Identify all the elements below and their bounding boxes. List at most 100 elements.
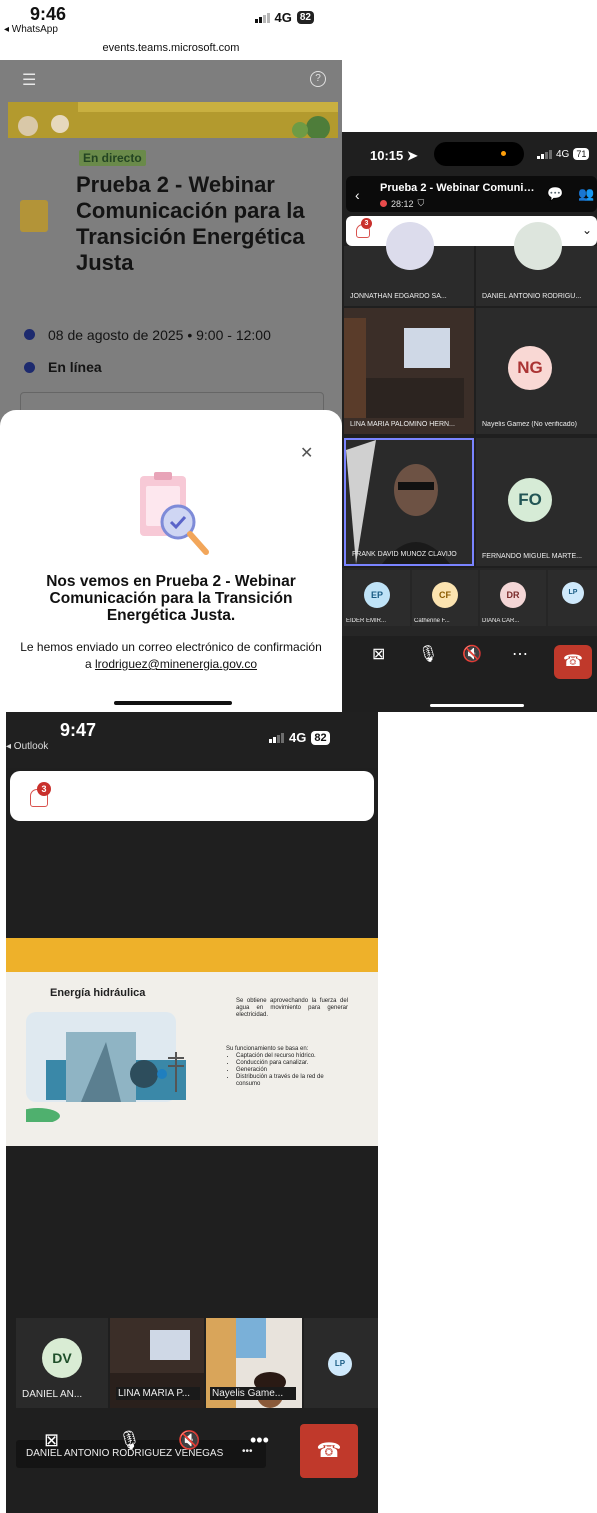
speaker-off-icon[interactable]: 🔇 (462, 644, 482, 664)
meeting-title: Prueba 2 - Webinar Comunica... (380, 182, 540, 194)
signal-icon (269, 732, 284, 743)
person-video (346, 440, 472, 564)
slide-list-item: Captación del recurso hídrico. (236, 1053, 348, 1060)
url-bar[interactable]: events.teams.microsoft.com (0, 42, 342, 54)
participant-tile[interactable]: DV DANIEL AN... (16, 1318, 108, 1408)
chat-icon[interactable]: 💬 (547, 186, 563, 202)
participant-name: DANIEL ANTONIO RODRIGU... (482, 293, 582, 300)
status-indicators: 4G 71 (537, 148, 590, 160)
whatsapp-event-screen: 9:46 ◂ WhatsApp 4G 82 events.teams.micro… (0, 0, 342, 712)
chevron-down-icon[interactable]: ⌄ (582, 223, 592, 237)
participant-name: Catherine F... (414, 618, 450, 624)
participant-name: DIANA CAR... (482, 618, 520, 624)
participant-mini-tile[interactable]: LP (548, 570, 597, 626)
mic-off-icon[interactable]: 🎙 (418, 644, 438, 664)
avatar (386, 222, 434, 270)
participant-video-tile[interactable]: LINA MARIA P... (110, 1318, 204, 1408)
home-indicator (114, 701, 232, 705)
calendar-icon (24, 329, 35, 340)
chevron-down-icon[interactable]: ⌄ (340, 787, 353, 807)
live-badge: En directo (79, 150, 146, 166)
event-logo (20, 200, 48, 232)
event-title: Prueba 2 - Webinar Comunicación para la … (76, 172, 305, 275)
bell-icon: 3 (356, 218, 372, 238)
participant-name: Nayelis Game... (210, 1387, 296, 1400)
avatar: LP (328, 1352, 352, 1376)
speaker-off-icon[interactable]: 🔇 (178, 1430, 200, 1451)
status-time: 9:47 (60, 720, 97, 740)
end-call-button[interactable]: ☎ (300, 1424, 358, 1478)
clipboard-check-icon (140, 472, 209, 555)
event-location: En línea (48, 359, 102, 375)
participant-tile[interactable]: JONNATHAN EDGARDO SA... (344, 222, 474, 306)
more-options-icon[interactable]: ⋯ (512, 644, 528, 664)
participant-tile[interactable]: LP (304, 1318, 378, 1408)
participant-video-tile[interactable]: Nayelis Game... (206, 1318, 302, 1408)
signal-icon (537, 149, 552, 159)
close-icon[interactable]: ✕ (300, 443, 313, 463)
modal-title: Nos vemos en Prueba 2 - Webinar Comunica… (46, 573, 296, 624)
hydro-dam-illustration (26, 1012, 186, 1122)
event-date: 08 de agosto de 2025 • 9:00 - 12:00 (48, 327, 271, 343)
slide-list-intro: Su funcionamiento se basa en: (226, 1046, 309, 1052)
teams-grid-screen: 10:15 ➤ 4G 71 ‹ Prueba 2 - Webinar Comun… (342, 132, 597, 712)
network-label: 4G (274, 10, 292, 25)
participant-name: DANIEL AN... (22, 1389, 83, 1400)
participant-name: Nayelis Gamez (No verificado) (482, 421, 577, 428)
notification-count-badge: 3 (37, 782, 51, 796)
participant-video-tile-active[interactable]: FRANK DAVID MUNOZ CLAVIJO (344, 438, 474, 566)
back-to-app-link[interactable]: ◂ Outlook (6, 741, 48, 752)
participant-name: LINA MARIA P... (116, 1387, 200, 1400)
modal-body: Le hemos enviado un correo electrónico d… (20, 639, 322, 673)
battery-icon: 82 (296, 11, 314, 24)
network-label: 4G (556, 148, 570, 160)
notifications-label: Notificaciones (3) (56, 789, 165, 805)
slide-list-item: Distribución a través de la red de consu… (236, 1074, 348, 1088)
slide-list-item: Conducción para canalizar. (236, 1060, 348, 1067)
avatar: DV (42, 1338, 82, 1378)
more-options-icon[interactable]: ••• (250, 1430, 269, 1451)
shield-icon: ⛉ (417, 198, 425, 208)
recording-indicator: 28:12 ⛉ (380, 198, 424, 209)
participant-tile[interactable]: NG Nayelis Gamez (No verificado) (476, 308, 597, 434)
slide-top-bar (6, 938, 378, 972)
event-banner-image (8, 102, 338, 138)
status-time: 10:15 ➤ (370, 148, 418, 163)
participant-name: LINA MARIA PALOMINO HERN... (350, 421, 455, 428)
home-indicator (430, 704, 524, 707)
back-to-app-link[interactable]: ◂ WhatsApp (4, 24, 58, 35)
participant-tile[interactable]: FO FERNANDO MIGUEL MARTE... (476, 438, 597, 566)
teams-slide-screen: 9:47 ◂ Outlook 4G 82 3 Notificaciones (3… (6, 712, 378, 1513)
battery-icon: 82 (311, 730, 330, 745)
avatar: DR (500, 582, 526, 608)
participant-mini-tile[interactable]: EP EIDER EMIR... (344, 570, 410, 626)
camera-off-icon[interactable]: ⊠ (44, 1430, 59, 1451)
record-dot-icon (380, 200, 387, 207)
dynamic-island (434, 142, 524, 166)
shared-slide: Energía hidráulica Se obtiene aprovechan… (6, 938, 378, 1146)
confirmation-email-link[interactable]: lrodriguez@minenergia.gov.co (95, 657, 257, 671)
participant-tile[interactable]: DANIEL ANTONIO RODRIGU... (476, 222, 597, 306)
participant-video-tile[interactable]: LINA MARIA PALOMINO HERN... (344, 308, 474, 434)
participant-name: EIDER EMIR... (346, 618, 387, 624)
slide-description: Se obtiene aprovechando la fuerza del ag… (236, 998, 348, 1018)
camera-off-icon[interactable]: ⊠ (372, 644, 385, 664)
mic-off-icon[interactable]: 🎙 (118, 1430, 141, 1451)
end-call-button[interactable]: ☎ (554, 645, 592, 679)
signal-icon (254, 12, 270, 23)
avatar: NG (508, 346, 552, 390)
bell-icon: 3 (30, 782, 51, 807)
participant-name: FRANK DAVID MUNOZ CLAVIJO (352, 551, 457, 558)
participants-icon[interactable]: 👥 (578, 186, 594, 202)
participant-mini-tile[interactable]: CF Catherine F... (412, 570, 478, 626)
avatar: CF (432, 582, 458, 608)
participant-mini-tile[interactable]: DR DIANA CAR... (480, 570, 546, 626)
slide-list-item: Generación (236, 1067, 348, 1074)
network-label: 4G (289, 730, 307, 745)
help-icon[interactable]: ? (310, 71, 326, 87)
participant-name: JONNATHAN EDGARDO SA... (350, 293, 447, 300)
battery-icon: 71 (573, 148, 590, 160)
back-chevron-icon[interactable]: ‹ (355, 187, 360, 203)
slide-list: Su funcionamiento se basa en: Captación … (226, 1046, 348, 1088)
hamburger-menu-icon[interactable]: ☰ (22, 70, 36, 90)
